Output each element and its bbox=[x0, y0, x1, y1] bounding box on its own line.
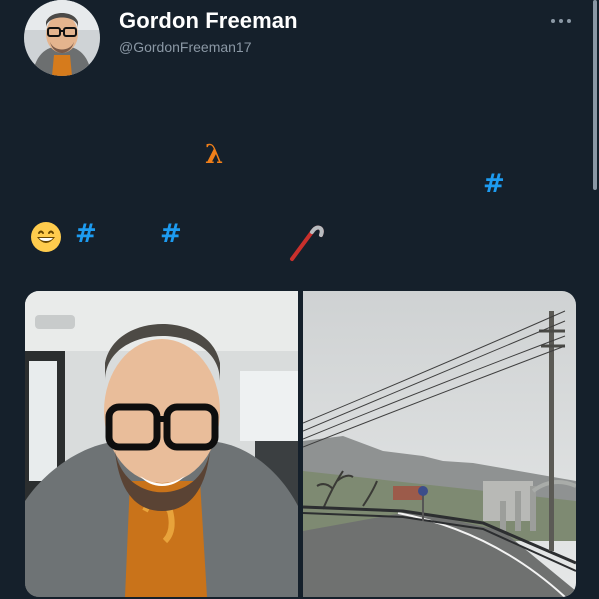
scrollbar-thumb[interactable] bbox=[593, 0, 597, 190]
photo bbox=[303, 291, 576, 597]
more-options-button[interactable] bbox=[546, 10, 576, 32]
photo bbox=[25, 291, 298, 597]
road-photo[interactable] bbox=[303, 291, 576, 597]
more-horizontal-icon bbox=[551, 19, 555, 23]
user-handle[interactable]: @GordonFreeman17 bbox=[119, 38, 252, 56]
hashtag-link[interactable]: # bbox=[483, 171, 505, 197]
avatar[interactable] bbox=[24, 0, 100, 76]
selfie-photo[interactable] bbox=[25, 291, 298, 597]
lambda-symbol: λ bbox=[205, 140, 224, 170]
grinning-face-icon bbox=[31, 222, 61, 252]
crowbar-icon bbox=[290, 225, 324, 261]
display-name[interactable]: Gordon Freeman bbox=[119, 8, 298, 34]
avatar-photo bbox=[24, 0, 100, 76]
tweet-page: Gordon Freeman @GordonFreeman17 λ # # # bbox=[0, 0, 599, 599]
more-dot bbox=[559, 19, 563, 23]
hashtag-link[interactable]: # bbox=[75, 221, 97, 247]
hashtag-link[interactable]: # bbox=[160, 221, 182, 247]
more-dot bbox=[567, 19, 571, 23]
media-grid bbox=[25, 291, 576, 597]
